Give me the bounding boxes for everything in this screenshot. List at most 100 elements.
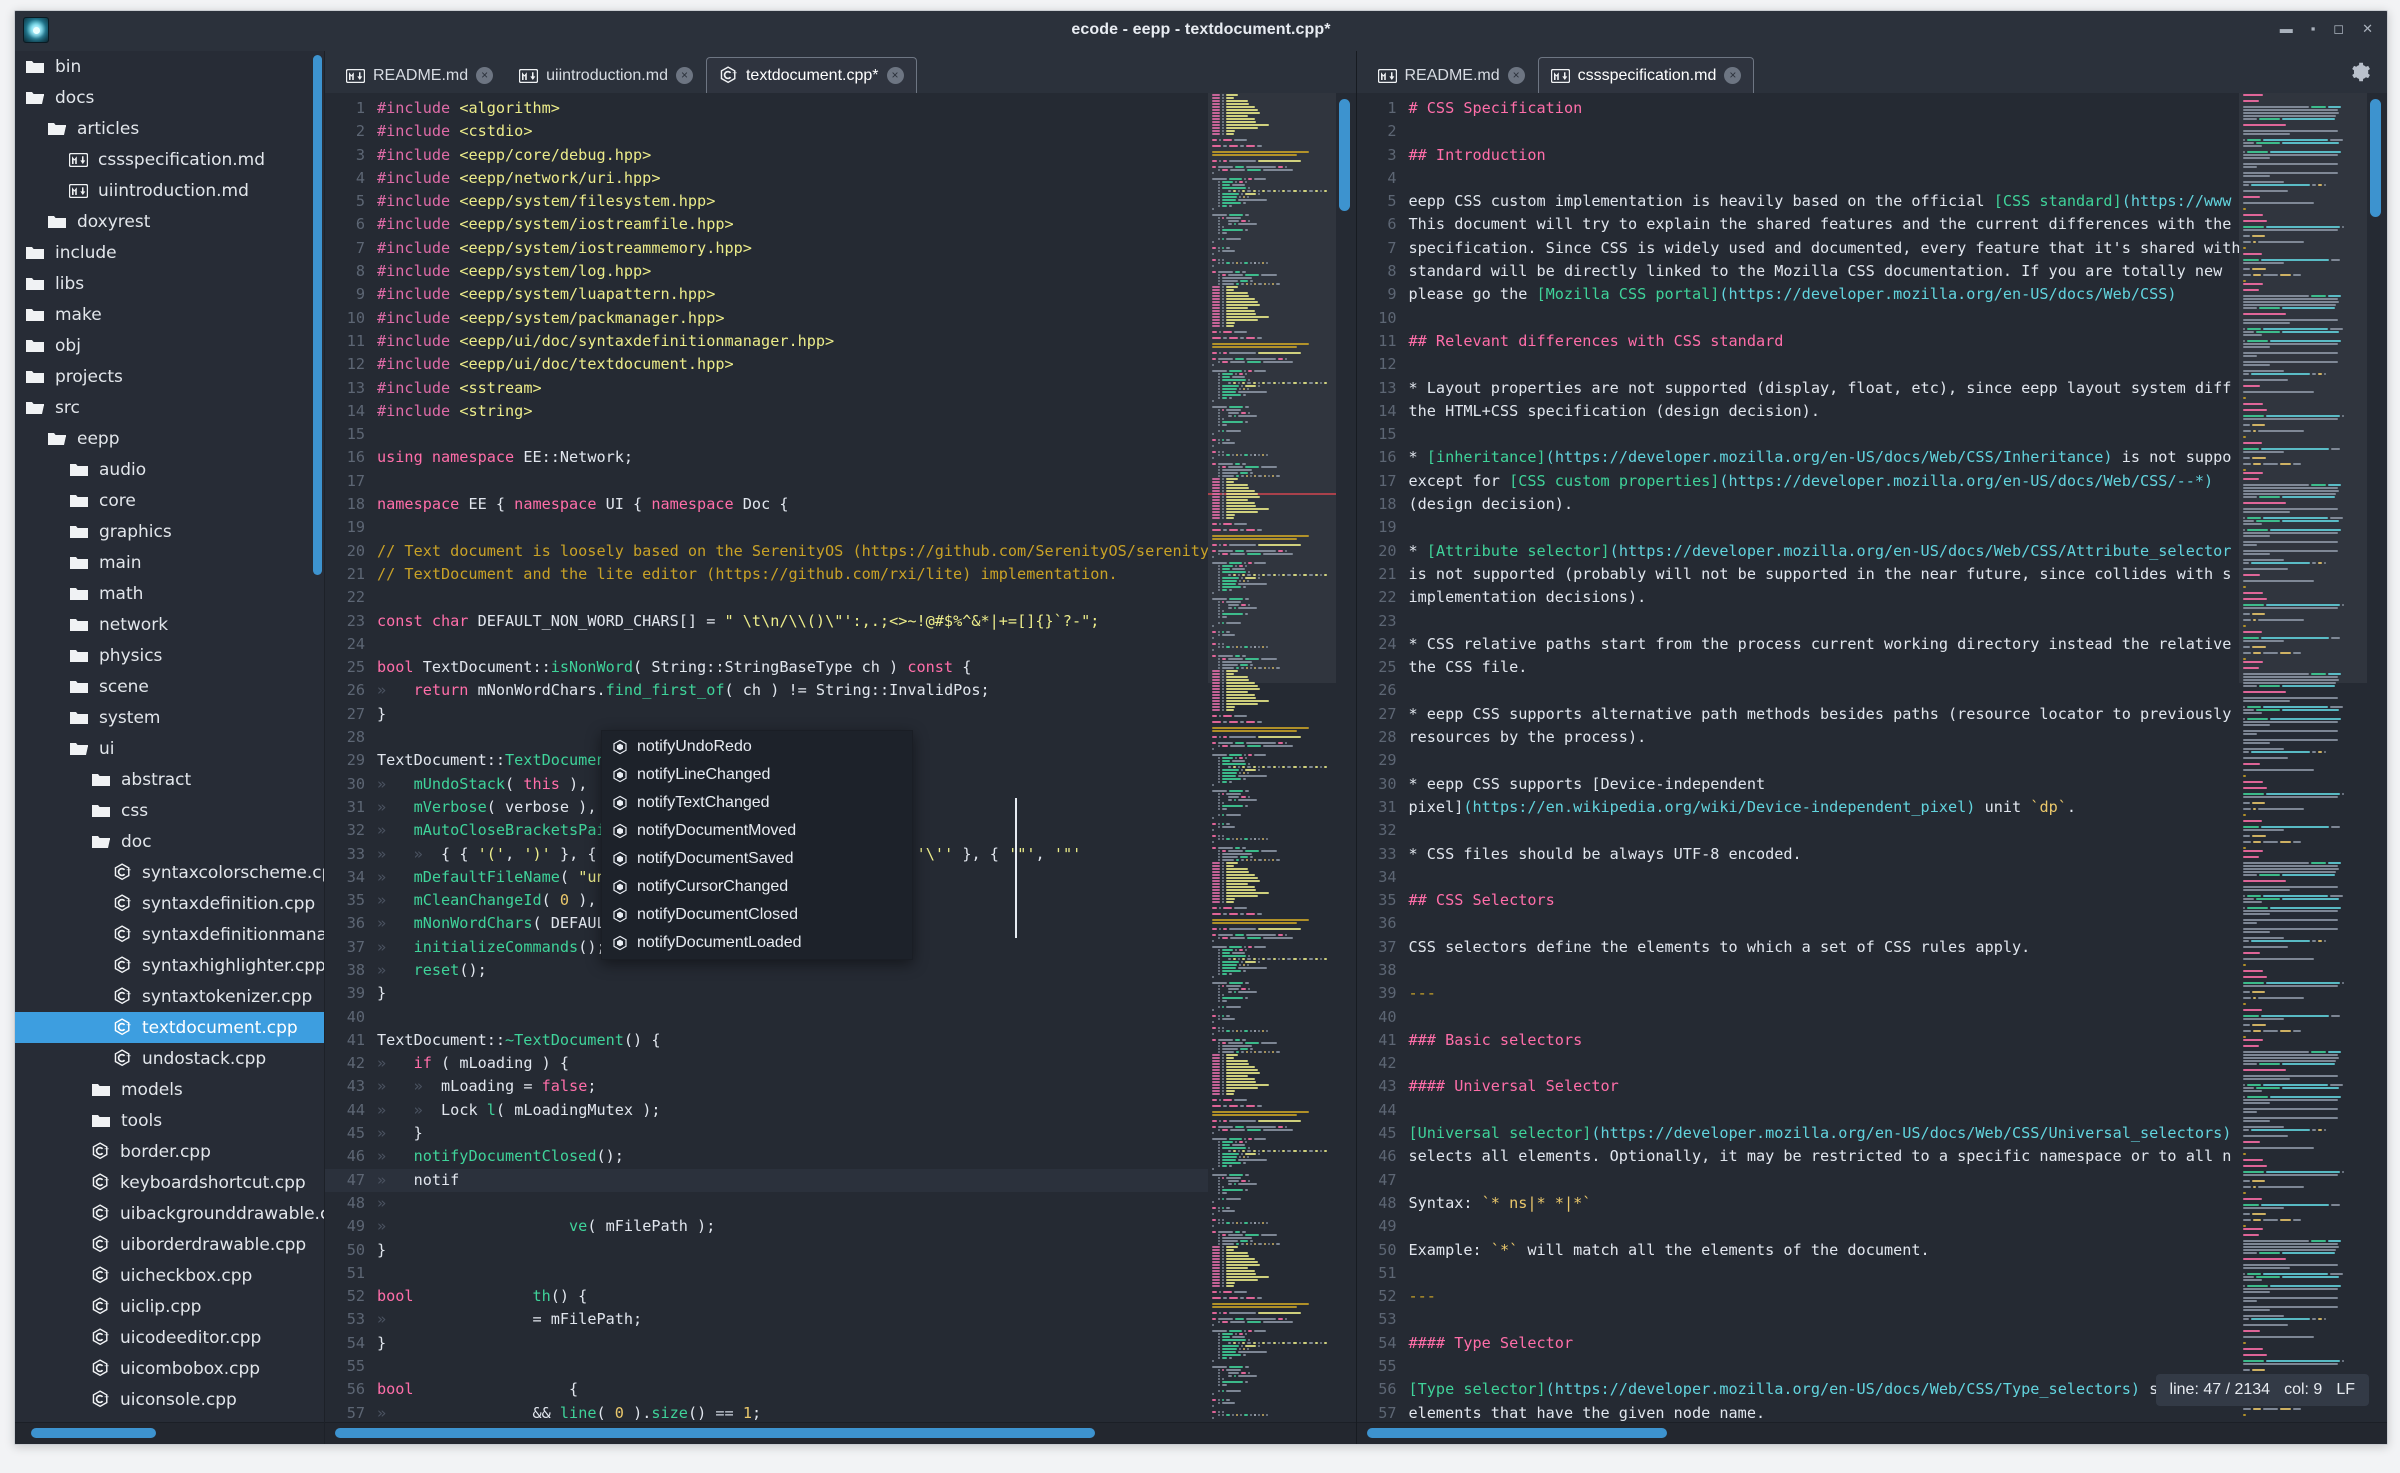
tab-uiintroduction-md[interactable]: uiintroduction.md × (506, 57, 706, 93)
code-line[interactable]: 45 » } (325, 1122, 1218, 1145)
tab-close-icon[interactable]: × (1507, 67, 1525, 84)
code-line[interactable]: 39 --- (1357, 982, 2259, 1005)
code-line[interactable]: 15 (325, 423, 1218, 446)
code-line[interactable]: 25 the CSS file. (1357, 656, 2259, 679)
tree-item-doxyrest[interactable]: doxyrest (15, 206, 324, 237)
code-line[interactable]: 49 (1357, 1215, 2259, 1238)
code-line[interactable]: 18 (design decision). (1357, 493, 2259, 516)
code-line[interactable]: 48 » (325, 1192, 1218, 1215)
code-line[interactable]: 17 except for [CSS custom properties](htt… (1357, 470, 2259, 493)
tab-close-icon[interactable]: × (1724, 67, 1742, 84)
tree-item-network[interactable]: network (15, 609, 324, 640)
code-line[interactable]: 15 (1357, 423, 2259, 446)
code-line[interactable]: 42 (1357, 1052, 2259, 1075)
code-line[interactable]: 40 (1357, 1006, 2259, 1029)
project-tree-panel[interactable]: bin docs articles cssspecification.md uiintr… (15, 51, 325, 1444)
sidebar-vertical-scrollbar[interactable] (313, 55, 322, 575)
code-line[interactable]: 55 (1357, 1355, 2259, 1378)
code-line[interactable]: 12 #include <eepp/ui/doc/textdocument.hpp… (325, 353, 1218, 376)
tree-item-audio[interactable]: audio (15, 454, 324, 485)
sidebar-horizontal-scrollbar-track[interactable] (15, 1422, 324, 1444)
autocomplete-popup[interactable]: notifyUndoRedo notifyLineChanged notifyTex… (601, 730, 913, 960)
tab-readme-md[interactable]: README.md × (333, 57, 506, 93)
tree-item-syntaxdefinitionmanager-cpp[interactable]: + syntaxdefinitionmanager.cpp (15, 919, 324, 950)
autocomplete-item[interactable]: notifyDocumentMoved (602, 817, 912, 845)
code-line[interactable]: 21 // TextDocument and the lite editor (h… (325, 563, 1218, 586)
code-line[interactable]: 40 (325, 1006, 1218, 1029)
code-line[interactable]: 41 ### Basic selectors (1357, 1029, 2259, 1052)
code-line[interactable]: 5 eepp CSS custom implementation is heavi… (1357, 190, 2259, 213)
code-line[interactable]: 39} (325, 982, 1218, 1005)
tree-item-bin[interactable]: bin (15, 51, 324, 82)
right-tab-bar[interactable]: README.md × cssspecification.md × (1356, 51, 2387, 93)
autocomplete-item[interactable]: notifyDocumentSaved (602, 845, 912, 873)
code-line[interactable]: 41 TextDocument::~TextDocument() { (325, 1029, 1218, 1052)
code-line[interactable]: 50} (325, 1239, 1218, 1262)
code-line[interactable]: 27} (325, 703, 1218, 726)
code-line[interactable]: 24 (325, 633, 1218, 656)
left-editor[interactable]: 1 #include <algorithm> 2 #include <cstdio> 3… (325, 93, 1356, 1444)
right-vertical-scrollbar[interactable] (2370, 99, 2381, 217)
right-minimap[interactable] (2239, 93, 2367, 1444)
tree-item-uicheckbox-cpp[interactable]: + uicheckbox.cpp (15, 1260, 324, 1291)
tree-item-include[interactable]: include (15, 237, 324, 268)
code-line[interactable]: 2 (1357, 120, 2259, 143)
code-line[interactable]: 28 resources by the process). (1357, 726, 2259, 749)
tree-item-uiintroduction-md[interactable]: uiintroduction.md (15, 175, 324, 206)
code-line[interactable]: 23 (1357, 610, 2259, 633)
code-line[interactable]: 56 bool { (325, 1378, 1218, 1401)
tree-item-css[interactable]: css (15, 795, 324, 826)
tab-close-icon[interactable]: × (675, 67, 693, 84)
tree-item-core[interactable]: core (15, 485, 324, 516)
code-line[interactable]: 8 #include <eepp/system/log.hpp> (325, 260, 1218, 283)
autocomplete-item[interactable]: notifyDocumentClosed (602, 901, 912, 929)
code-line[interactable]: 53 » = mFilePath; (325, 1308, 1218, 1331)
code-line[interactable]: 55 (325, 1355, 1218, 1378)
tree-item-undostack-cpp[interactable]: + undostack.cpp (15, 1043, 324, 1074)
code-line[interactable]: 46 » notifyDocumentClosed(); (325, 1145, 1218, 1168)
tree-item-libs[interactable]: libs (15, 268, 324, 299)
code-line[interactable]: 37 CSS selectors define the elements to w… (1357, 936, 2259, 959)
code-line[interactable]: 43 #### Universal Selector (1357, 1075, 2259, 1098)
code-line[interactable]: 8 standard will be directly linked to the… (1357, 260, 2259, 283)
left-minimap[interactable] (1207, 93, 1336, 1444)
code-line[interactable]: 22 (325, 586, 1218, 609)
tree-item-textdocument-cpp[interactable]: + textdocument.cpp (15, 1012, 324, 1043)
tree-item-syntaxhighlighter-cpp[interactable]: + syntaxhighlighter.cpp (15, 950, 324, 981)
right-code-content[interactable]: 1 # CSS Specification 2 3 ## Introduction 4 5 e… (1357, 97, 2259, 1444)
tab-close-icon[interactable]: × (886, 67, 904, 84)
code-line[interactable]: 38 (1357, 959, 2259, 982)
tree-item-tools[interactable]: tools (15, 1105, 324, 1136)
code-line[interactable]: 1 # CSS Specification (1357, 97, 2259, 120)
tree-item-uibackgrounddrawable-cpp[interactable]: + uibackgrounddrawable.cpp (15, 1198, 324, 1229)
code-line[interactable]: 51 (325, 1262, 1218, 1285)
code-line[interactable]: 2 #include <cstdio> (325, 120, 1218, 143)
code-line[interactable]: 54} (325, 1332, 1218, 1355)
tree-item-uicombobox-cpp[interactable]: + uicombobox.cpp (15, 1353, 324, 1384)
code-line[interactable]: 10 #include <eepp/system/packmanager.hpp> (325, 307, 1218, 330)
code-line[interactable]: 14 the HTML+CSS specification (design dec… (1357, 400, 2259, 423)
restore-button[interactable]: ◻ (2333, 22, 2344, 36)
right-editor[interactable]: 1 # CSS Specification 2 3 ## Introduction 4 5 e… (1356, 93, 2387, 1444)
tree-item-syntaxdefinition-cpp[interactable]: + syntaxdefinition.cpp (15, 888, 324, 919)
left-horizontal-scrollbar[interactable] (335, 1428, 1095, 1438)
tree-item-border-cpp[interactable]: + border.cpp (15, 1136, 324, 1167)
code-line[interactable]: 33 * CSS files should be always UTF-8 enc… (1357, 843, 2259, 866)
tree-item-abstract[interactable]: abstract (15, 764, 324, 795)
tree-item-make[interactable]: make (15, 299, 324, 330)
code-line[interactable]: 52 --- (1357, 1285, 2259, 1308)
code-line[interactable]: 23 const char DEFAULT_NON_WORD_CHARS[] = … (325, 610, 1218, 633)
code-line[interactable]: 7 specification. Since CSS is widely used… (1357, 237, 2259, 260)
code-line[interactable]: 3 ## Introduction (1357, 144, 2259, 167)
tree-item-obj[interactable]: obj (15, 330, 324, 361)
autocomplete-item[interactable]: notifyUndoRedo (602, 733, 912, 761)
code-line[interactable]: 7 #include <eepp/system/iostreammemory.hp… (325, 237, 1218, 260)
tab-readme-md[interactable]: README.md × (1365, 57, 1538, 93)
tree-item-keyboardshortcut-cpp[interactable]: + keyboardshortcut.cpp (15, 1167, 324, 1198)
tree-item-math[interactable]: math (15, 578, 324, 609)
tree-item-uicodeeditor-cpp[interactable]: + uicodeeditor.cpp (15, 1322, 324, 1353)
tab-close-icon[interactable]: × (476, 67, 494, 84)
left-vertical-scrollbar[interactable] (1338, 99, 1350, 211)
autocomplete-item[interactable]: notifyLineChanged (602, 761, 912, 789)
code-line[interactable]: 22 implementation decisions). (1357, 586, 2259, 609)
